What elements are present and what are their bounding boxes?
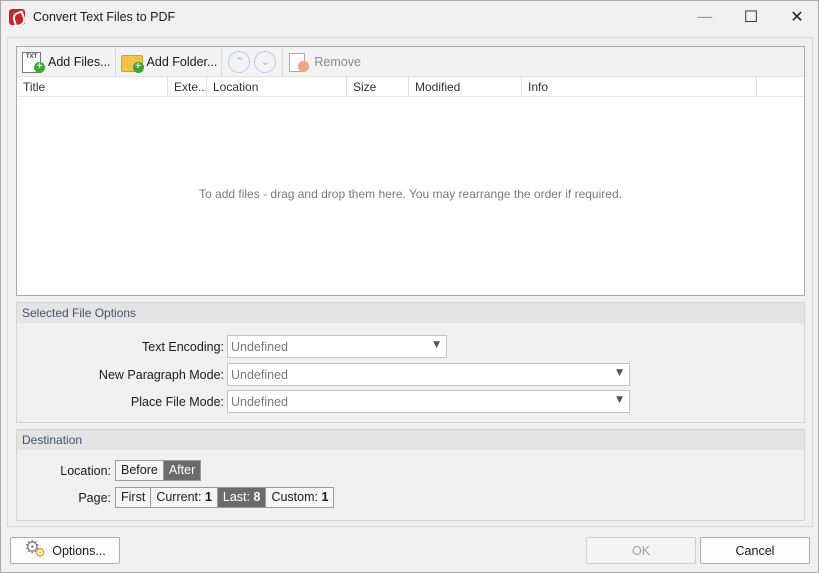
column-modified[interactable]: Modified: [409, 77, 522, 97]
page-custom-label: Custom:: [271, 490, 318, 504]
column-location[interactable]: Location: [207, 77, 347, 97]
file-toolbar: + Add Files... + Add Folder... ⌃ ⌄ Remov…: [17, 47, 804, 77]
selected-file-options-title: Selected File Options: [17, 303, 804, 323]
location-row: Location: Before After: [21, 460, 202, 481]
page-current-option[interactable]: Current: 1: [151, 488, 218, 507]
new-paragraph-row: New Paragraph Mode: Undefined ▼: [21, 363, 630, 386]
minimize-button[interactable]: —: [682, 1, 728, 32]
close-button[interactable]: ✕: [774, 1, 819, 32]
destination-title: Destination: [17, 430, 804, 450]
ok-label: OK: [631, 543, 651, 558]
convert-text-files-dialog: Convert Text Files to PDF — ☐ ✕ + Add Fi…: [0, 0, 819, 573]
add-files-label: Add Files...: [48, 54, 111, 69]
column-title[interactable]: Title: [17, 77, 168, 97]
location-segmented: Before After: [115, 460, 202, 481]
options-button[interactable]: Options...: [10, 537, 120, 564]
page-custom-option[interactable]: Custom: 1: [266, 488, 333, 507]
page-current-label: Current:: [156, 490, 202, 504]
page-first-option[interactable]: First: [116, 488, 152, 507]
remove-button[interactable]: Remove: [283, 48, 365, 76]
text-encoding-value: Undefined: [231, 339, 288, 354]
chevron-down-icon: ▼: [616, 395, 623, 405]
page-current-value: 1: [204, 490, 212, 504]
new-paragraph-select[interactable]: Undefined ▼: [227, 363, 630, 386]
page-custom-value: 1: [321, 490, 329, 504]
move-up-icon[interactable]: ⌃: [228, 50, 251, 73]
page-row: Page: First Current: 1 Last: 8 Custom: 1: [21, 487, 335, 508]
remove-icon: [287, 51, 311, 73]
add-folder-label: Add Folder...: [146, 54, 218, 69]
gear-icon: [24, 537, 46, 562]
empty-list-hint: To add files - drag and drop them here. …: [199, 187, 622, 201]
location-label: Location:: [60, 463, 111, 478]
add-files-icon: +: [21, 51, 45, 73]
place-file-row: Place File Mode: Undefined ▼: [21, 390, 630, 413]
page-last-label: Last:: [222, 490, 251, 504]
place-file-label: Place File Mode:: [130, 394, 224, 409]
column-info[interactable]: Info: [522, 77, 757, 97]
chevron-down-icon: ▼: [433, 340, 440, 350]
window-title: Convert Text Files to PDF: [33, 9, 176, 24]
page-last-value: 8: [253, 490, 261, 504]
cancel-label: Cancel: [735, 543, 775, 558]
file-list-header: Title Exte... Location Size Modified Inf…: [17, 77, 804, 97]
ok-button[interactable]: OK: [586, 537, 696, 564]
file-list-panel[interactable]: + Add Files... + Add Folder... ⌃ ⌄ Remov…: [16, 46, 805, 296]
text-encoding-select[interactable]: Undefined ▼: [227, 335, 447, 358]
page-segmented: First Current: 1 Last: 8 Custom: 1: [115, 487, 335, 508]
new-paragraph-value: Undefined: [231, 367, 288, 382]
add-folder-button[interactable]: + Add Folder...: [116, 47, 223, 76]
chevron-down-icon: ▼: [616, 368, 623, 378]
reorder-group: ⌃ ⌄: [222, 47, 284, 76]
text-encoding-label: Text Encoding:: [142, 339, 224, 354]
move-down-icon[interactable]: ⌄: [254, 50, 277, 73]
location-before-option[interactable]: Before: [116, 461, 164, 480]
remove-label: Remove: [314, 54, 361, 69]
page-label: Page:: [78, 490, 111, 505]
page-last-option[interactable]: Last: 8: [217, 488, 267, 507]
add-files-button[interactable]: + Add Files...: [17, 47, 116, 76]
column-size[interactable]: Size: [347, 77, 409, 97]
column-extension[interactable]: Exte...: [168, 77, 207, 97]
app-logo-icon: [9, 8, 25, 25]
place-file-select[interactable]: Undefined ▼: [227, 390, 630, 413]
options-label: Options...: [52, 543, 106, 558]
new-paragraph-label: New Paragraph Mode:: [98, 367, 224, 382]
text-encoding-row: Text Encoding: Undefined ▼: [21, 335, 447, 358]
place-file-value: Undefined: [231, 394, 288, 409]
cancel-button[interactable]: Cancel: [700, 537, 810, 564]
maximize-button[interactable]: ☐: [728, 1, 774, 32]
location-after-option[interactable]: After: [163, 461, 201, 480]
add-folder-icon: +: [120, 51, 144, 73]
